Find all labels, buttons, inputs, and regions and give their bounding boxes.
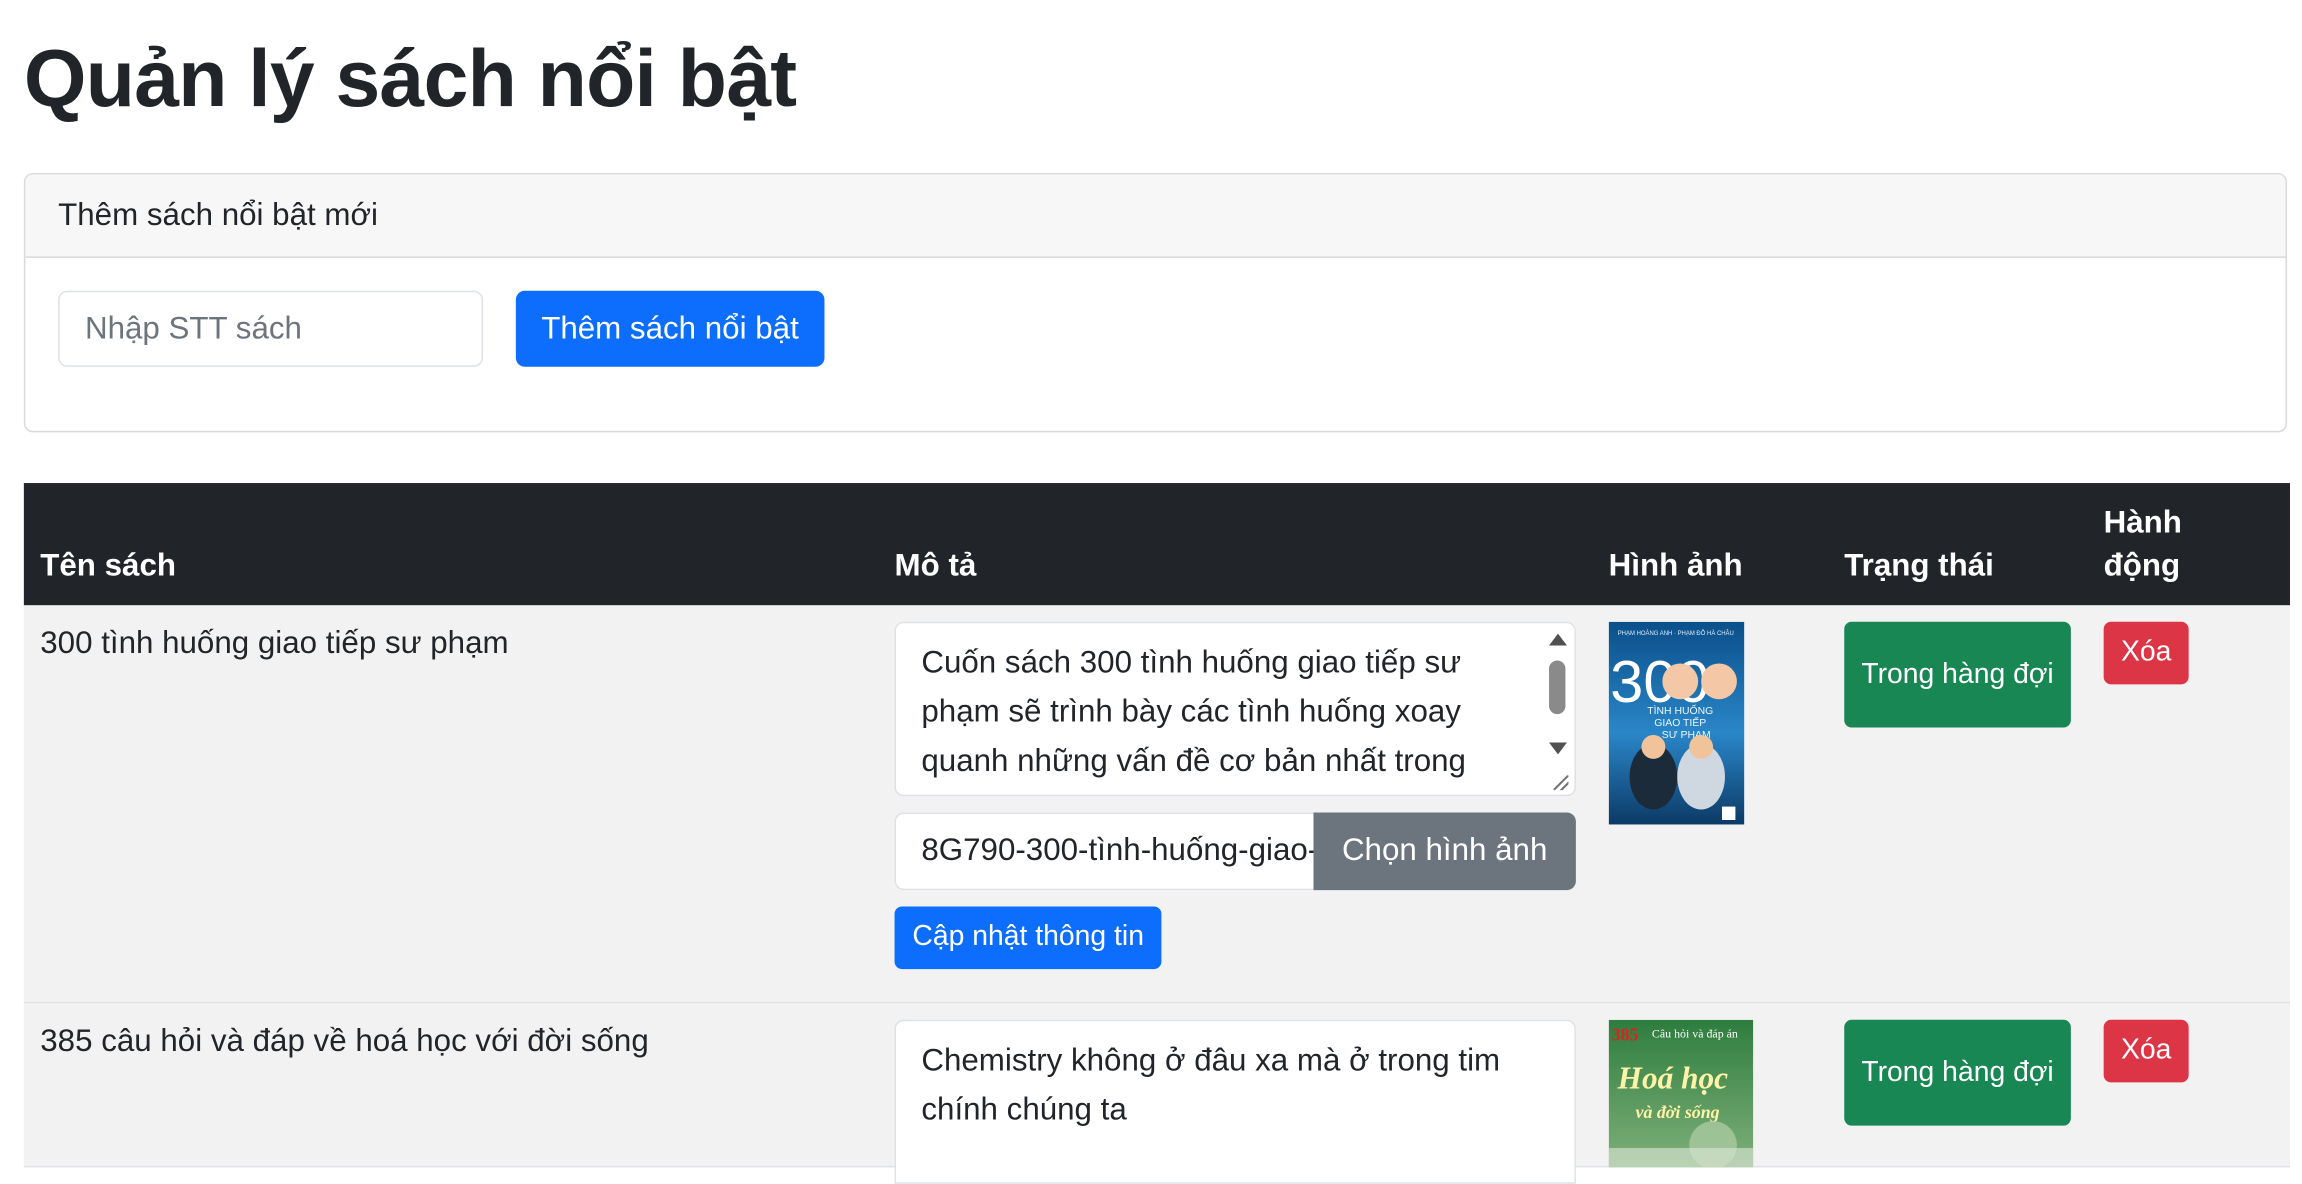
delete-button[interactable]: Xóa <box>2103 1019 2189 1083</box>
description-textarea[interactable]: Chemistry không ở đâu xa mà ở trong tim … <box>894 1019 1576 1184</box>
file-name-field[interactable]: 8G790-300-tình-huống-giao-tiếp <box>894 812 1314 891</box>
page: Quản lý sách nổi bật Thêm sách nổi bật m… <box>0 0 2302 1184</box>
header-image: Hình ảnh <box>1608 548 1743 583</box>
stt-input[interactable]: Nhập STT sách <box>58 290 484 367</box>
header-action: Hành động <box>2103 505 2182 583</box>
cover-number: 385 <box>1612 1025 1639 1045</box>
table-row: 300 tình huống giao tiếp sư phạm Cuốn sá… <box>23 605 2291 1004</box>
cover-top-text: Câu hỏi và đáp án <box>1652 1027 1738 1041</box>
scroll-thumb[interactable] <box>1549 660 1566 715</box>
scroll-up-arrow-icon[interactable] <box>1549 633 1567 646</box>
choose-image-button[interactable]: Chọn hình ảnh <box>1313 812 1576 891</box>
status-button[interactable]: Trong hàng đợi <box>1844 621 2071 728</box>
table-row: 385 câu hỏi và đáp về hoá học với đời số… <box>23 1003 2291 1184</box>
card-header: Thêm sách nổi bật mới <box>25 174 2286 258</box>
book-cover-image: PHẠM HOÀNG ANH · PHẠM ĐỖ HÀ CHÂU 300 TÌN… <box>1608 621 1745 825</box>
book-cover-image: 385 Câu hỏi và đáp án Hoá học và đời sốn… <box>1608 1019 1754 1168</box>
description-text: Cuốn sách 300 tình huống giao tiếp sư ph… <box>921 645 1466 779</box>
scroll-down-arrow-icon[interactable] <box>1549 742 1567 755</box>
add-featured-button[interactable]: Thêm sách nổi bật <box>515 290 825 367</box>
header-name: Tên sách <box>40 548 176 583</box>
cover-title: Hoá học <box>1617 1060 1729 1095</box>
delete-button[interactable]: Xóa <box>2103 621 2189 685</box>
svg-text:PHẠM HOÀNG ANH · PHẠM ĐỖ HÀ CH: PHẠM HOÀNG ANH · PHẠM ĐỖ HÀ CHÂU <box>1618 630 1734 637</box>
book-name: 385 câu hỏi và đáp về hoá học với đời số… <box>40 1024 649 1059</box>
page-title: Quản lý sách nổi bật <box>23 34 797 124</box>
books-table: Tên sách Mô tả Hình ảnh Trạng thái Hành … <box>23 483 2291 1184</box>
update-info-button[interactable]: Cập nhật thông tin <box>894 906 1162 970</box>
description-text: Chemistry không ở đâu xa mà ở trong tim … <box>921 1043 1501 1128</box>
add-featured-card: Thêm sách nổi bật mới Nhập STT sách Thêm… <box>23 172 2288 433</box>
textarea-scrollbar[interactable] <box>1542 625 1573 793</box>
svg-text:GIAO TIẾP: GIAO TIẾP <box>1654 716 1706 729</box>
cover-subtitle: và đời sống <box>1636 1102 1720 1122</box>
image-file-input[interactable]: 8G790-300-tình-huống-giao-tiếp Chọn hình… <box>894 812 1576 891</box>
header-description: Mô tả <box>894 548 977 583</box>
resize-handle-icon[interactable] <box>1553 775 1569 791</box>
table-header: Tên sách Mô tả Hình ảnh Trạng thái Hành … <box>23 483 2291 606</box>
svg-text:TÌNH HUỐNG: TÌNH HUỐNG <box>1647 703 1713 717</box>
book-name: 300 tình huống giao tiếp sư phạm <box>40 626 509 661</box>
status-button[interactable]: Trong hàng đợi <box>1844 1019 2071 1126</box>
description-textarea[interactable]: Cuốn sách 300 tình huống giao tiếp sư ph… <box>894 621 1576 797</box>
header-status: Trạng thái <box>1844 548 1994 583</box>
